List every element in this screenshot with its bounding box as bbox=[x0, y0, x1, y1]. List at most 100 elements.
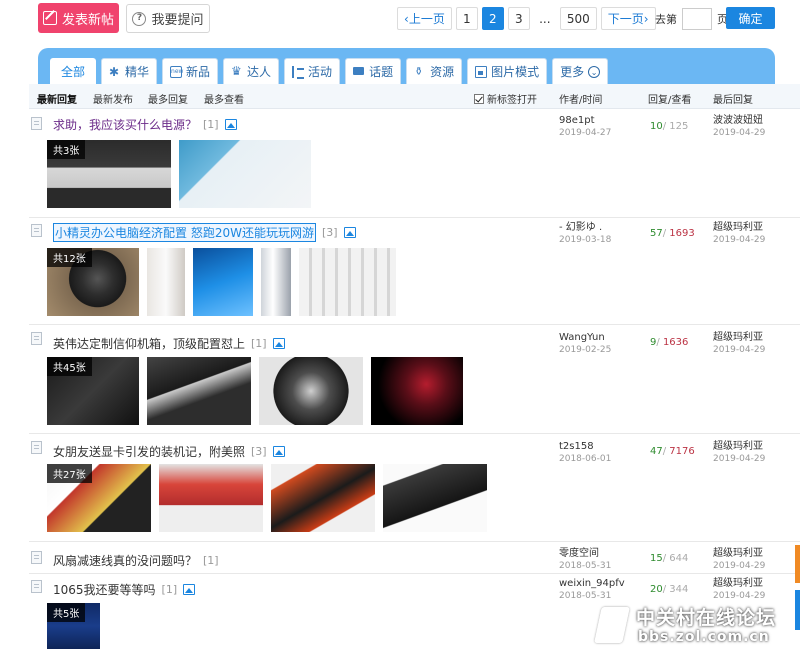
image-count-badge: 共12张 bbox=[47, 248, 92, 267]
thumbnail-image[interactable] bbox=[147, 248, 185, 316]
last-reply-user[interactable]: 超级玛利亚 bbox=[713, 578, 763, 589]
sort-bar: 最新回复 最新发布 最多回复 最多查看 新标签打开 作者/时间 回复/查看 最后… bbox=[29, 84, 800, 109]
ask-question-button[interactable]: ? 我要提问 bbox=[126, 4, 210, 33]
tab-topics[interactable]: 话题 bbox=[345, 58, 402, 84]
sort-most-reply[interactable]: 最多回复 bbox=[148, 91, 188, 106]
thumbnail-image[interactable]: 共5张 bbox=[47, 603, 100, 649]
post-new-thread-button[interactable]: 发表新帖 bbox=[38, 3, 119, 33]
author-link[interactable]: weixin_94pfv bbox=[559, 578, 625, 589]
prev-page-button[interactable]: ‹ 上一页 bbox=[397, 7, 452, 30]
col-author-header: 作者/时间 bbox=[559, 95, 603, 106]
sort-most-view[interactable]: 最多查看 bbox=[204, 91, 244, 106]
last-reply-date: 2019-04-29 bbox=[713, 345, 766, 355]
thread-row: 英伟达定制信仰机箱，顶级配置怼上 [1] WangYun 2019-02-25 9… bbox=[29, 327, 800, 434]
last-reply-user[interactable]: 波波波妞妞 bbox=[713, 115, 763, 126]
tab-picture-mode[interactable]: 图片模式 bbox=[467, 58, 548, 84]
last-reply-user[interactable]: 超级玛利亚 bbox=[713, 222, 763, 233]
col-last-reply-header: 最后回复 bbox=[713, 95, 753, 106]
thumbnail-image[interactable]: 共3张 bbox=[47, 140, 171, 208]
post-date: 2018-05-31 bbox=[559, 561, 612, 571]
author-link[interactable]: 98e1pt bbox=[559, 115, 595, 126]
thumbnail-image[interactable] bbox=[299, 248, 396, 316]
author-link[interactable]: t2s158 bbox=[559, 441, 594, 452]
thumbnail-image[interactable] bbox=[193, 248, 253, 316]
reply-count: 15 bbox=[650, 553, 663, 564]
side-float-tab[interactable] bbox=[795, 545, 800, 583]
thread-title-link[interactable]: 求助，我应该买什么电源？ bbox=[53, 116, 197, 133]
thumbnail-image[interactable] bbox=[179, 140, 311, 208]
last-reply-user[interactable]: 超级玛利亚 bbox=[713, 548, 763, 559]
reply-count: 10 bbox=[650, 121, 663, 132]
last-reply-user[interactable]: 超级玛利亚 bbox=[713, 441, 763, 452]
thread-thumbnails: 共27张 bbox=[47, 464, 487, 532]
pagination: ‹ 上一页 1 2 3 ... 500 下一页 › bbox=[397, 7, 656, 30]
author-link[interactable]: - 幻影ゆ . bbox=[559, 222, 602, 233]
tab-experts[interactable]: 达人 bbox=[223, 58, 280, 84]
category-tabs: 全部 ✱精华 new新品 达人 活动 话题 资源 图片模式 更多⌄ bbox=[50, 58, 609, 84]
post-date: 2018-06-01 bbox=[559, 454, 612, 464]
last-reply-date: 2019-04-29 bbox=[713, 128, 766, 138]
page-3-button[interactable]: 3 bbox=[507, 7, 530, 30]
thread-title-link[interactable]: 女朋友送显卡引发的装机记，附美照 bbox=[53, 443, 245, 460]
tab-new-products[interactable]: new 新品 bbox=[162, 58, 219, 84]
reply-count: 57 bbox=[650, 228, 663, 239]
sort-latest-reply[interactable]: 最新回复 bbox=[37, 91, 77, 106]
thumbnail-image[interactable]: 共45张 bbox=[47, 357, 139, 425]
thumbnail-image[interactable] bbox=[371, 357, 463, 425]
tab-more[interactable]: 更多 ⌄ bbox=[552, 58, 609, 84]
last-reply-user[interactable]: 超级玛利亚 bbox=[713, 332, 763, 343]
view-count: 1693 bbox=[669, 228, 695, 239]
thumbnail-image[interactable] bbox=[261, 248, 291, 316]
thread-page-count[interactable]: [3] bbox=[322, 226, 338, 239]
thumbnail-image[interactable] bbox=[271, 464, 375, 532]
thread-title-link[interactable]: 1065我还要等等吗 bbox=[53, 581, 156, 598]
document-icon bbox=[31, 441, 42, 454]
thread-page-count[interactable]: [3] bbox=[251, 445, 267, 458]
thread-page-count[interactable]: [1] bbox=[251, 337, 267, 350]
post-date: 2019-03-18 bbox=[559, 235, 612, 245]
chat-icon bbox=[353, 66, 365, 78]
thumbnail-image[interactable] bbox=[383, 464, 487, 532]
new-tab-toggle[interactable]: 新标签打开 bbox=[474, 91, 537, 106]
thread-page-count[interactable]: [1] bbox=[203, 118, 219, 131]
document-icon bbox=[31, 580, 42, 593]
thread-row: 风扇减速线真的没问题吗？ [1] 零度空间 2018-05-31 15/ 644 … bbox=[29, 544, 800, 574]
view-count: 125 bbox=[669, 121, 689, 132]
thread-page-count[interactable]: [1] bbox=[162, 583, 178, 596]
thread-row: 求助，我应该买什么电源？ [1] 98e1pt 2019-04-27 10/ 12… bbox=[29, 112, 800, 218]
document-icon bbox=[31, 224, 42, 237]
thumbnail-image[interactable] bbox=[159, 464, 263, 532]
goto-page: 去第 页 bbox=[655, 7, 728, 30]
thread-thumbnails: 共45张 bbox=[47, 357, 463, 425]
image-count-badge: 共3张 bbox=[47, 140, 86, 159]
author-link[interactable]: 零度空间 bbox=[559, 548, 599, 559]
thumbnail-image[interactable] bbox=[259, 357, 363, 425]
image-attachment-icon bbox=[343, 227, 356, 238]
goto-confirm-button[interactable]: 确定 bbox=[726, 7, 775, 29]
thread-thumbnails: 共12张 bbox=[47, 248, 396, 316]
sort-latest-post[interactable]: 最新发布 bbox=[93, 91, 133, 106]
thread-title-link[interactable]: 风扇减速线真的没问题吗？ bbox=[53, 552, 197, 569]
question-icon: ? bbox=[132, 11, 147, 26]
page-2-button-current[interactable]: 2 bbox=[481, 7, 504, 30]
thumbnail-image[interactable]: 共27张 bbox=[47, 464, 151, 532]
next-page-button[interactable]: 下一页 › bbox=[600, 7, 656, 30]
star-icon: ✱ bbox=[109, 64, 120, 79]
side-float-tab[interactable] bbox=[795, 590, 800, 630]
thread-title-link[interactable]: 小精灵办公电脑经济配置 怒跑20W还能玩玩网游 bbox=[53, 223, 316, 242]
goto-prefix: 去第 bbox=[655, 12, 677, 26]
author-link[interactable]: WangYun bbox=[559, 332, 605, 343]
thumbnail-image[interactable] bbox=[147, 357, 251, 425]
checkbox-checked-icon[interactable] bbox=[474, 94, 484, 104]
thumbnail-image[interactable]: 共12张 bbox=[47, 248, 139, 316]
page-1-button[interactable]: 1 bbox=[455, 7, 478, 30]
goto-page-input[interactable] bbox=[682, 7, 712, 30]
thread-page-count[interactable]: [1] bbox=[203, 554, 219, 567]
tab-all[interactable]: 全部 bbox=[50, 58, 96, 84]
tab-featured[interactable]: ✱ 精华 bbox=[101, 58, 158, 84]
document-icon bbox=[31, 117, 42, 130]
tab-events[interactable]: 活动 bbox=[284, 58, 341, 84]
thread-title-link[interactable]: 英伟达定制信仰机箱，顶级配置怼上 bbox=[53, 335, 245, 352]
page-500-button[interactable]: 500 bbox=[559, 7, 597, 30]
tab-resources[interactable]: 资源 bbox=[406, 58, 463, 84]
